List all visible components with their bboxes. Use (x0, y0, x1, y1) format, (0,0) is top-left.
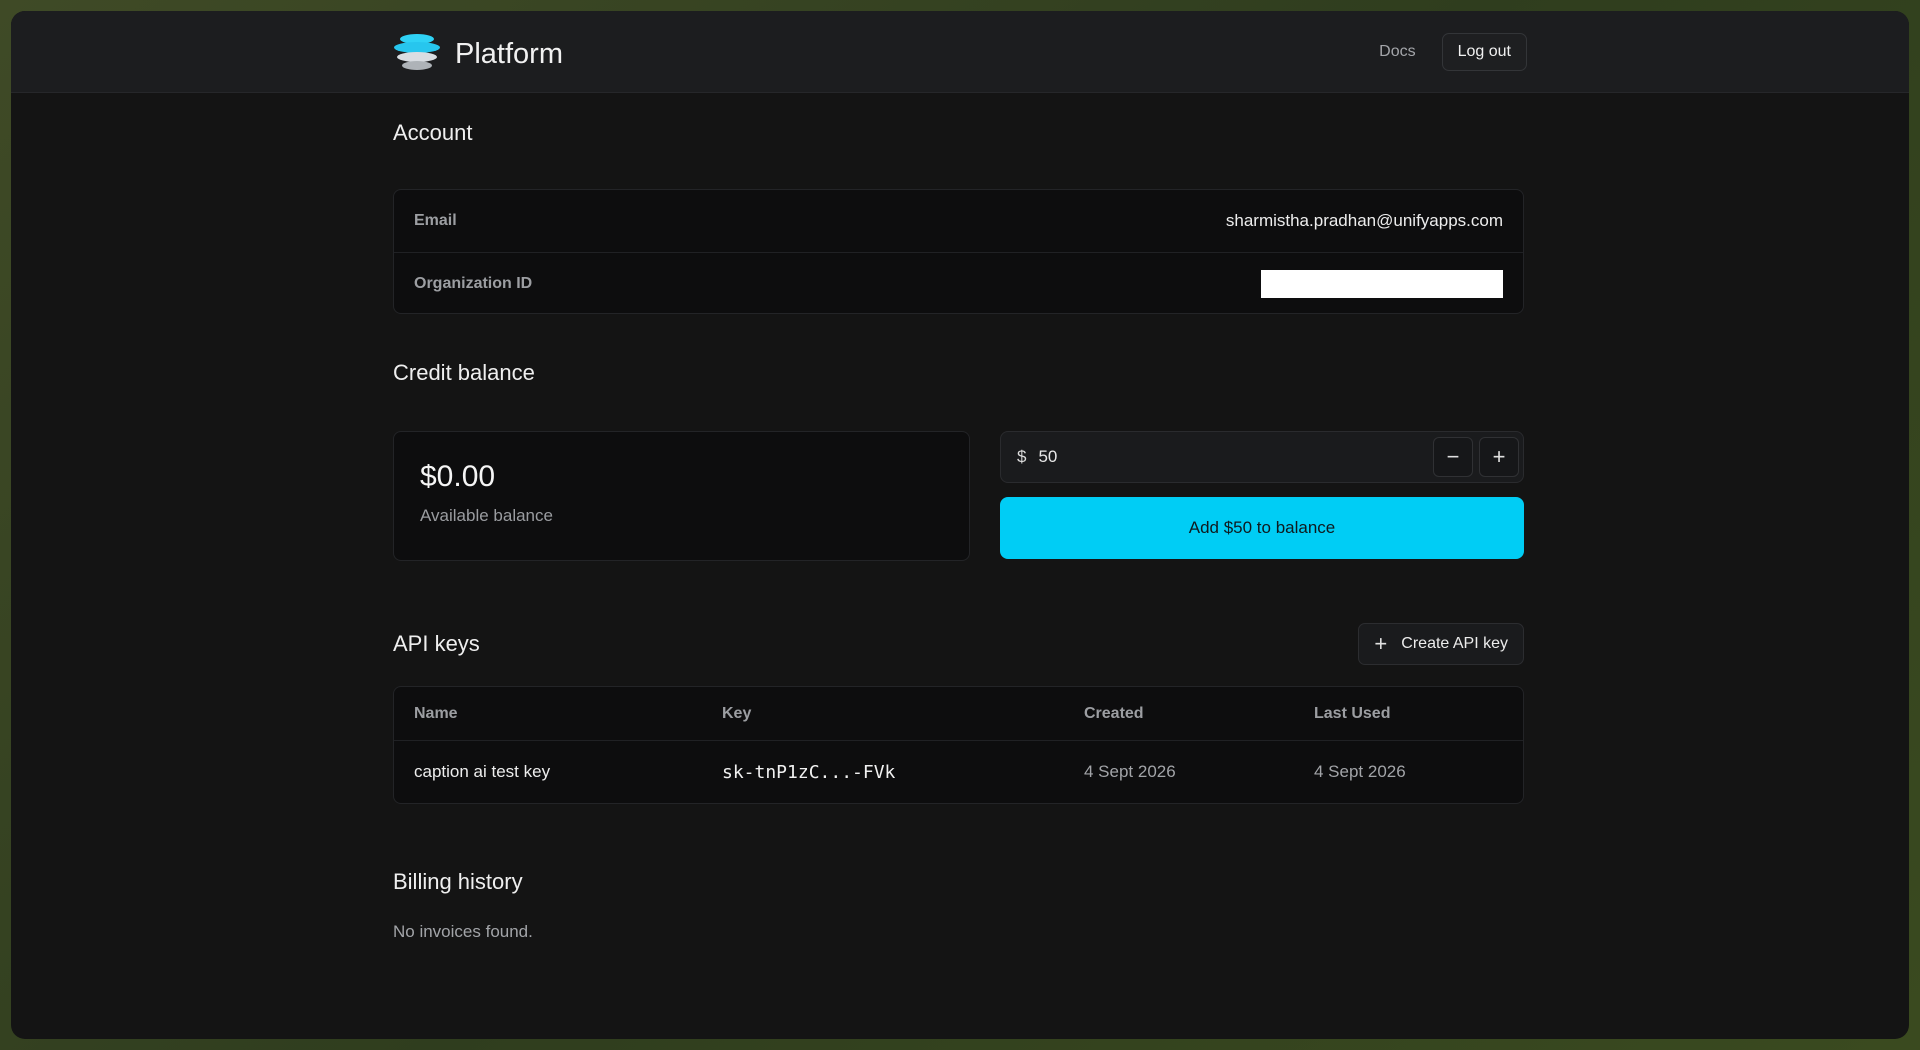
amount-input[interactable] (1038, 447, 1427, 467)
platform-logo-icon (393, 34, 441, 74)
org-id-redacted (1261, 269, 1503, 298)
decrement-button[interactable]: − (1433, 437, 1473, 477)
top-nav: Docs Log out (1379, 33, 1527, 71)
column-key: Key (722, 704, 752, 722)
email-row: Email sharmistha.pradhan@unifyapps.com (394, 190, 1523, 252)
app-name: Platform (455, 37, 563, 70)
table-row[interactable]: caption ai test key sk-tnP1zC...-FVk 4 S… (394, 741, 1523, 803)
account-card: Email sharmistha.pradhan@unifyapps.com O… (393, 189, 1524, 314)
org-id-row: Organization ID (394, 252, 1523, 314)
column-name: Name (414, 704, 458, 722)
create-api-key-label: Create API key (1401, 635, 1508, 652)
create-api-key-button[interactable]: + Create API key (1358, 623, 1524, 665)
balance-card: $0.00 Available balance (393, 431, 970, 561)
no-invoices-text: No invoices found. (393, 922, 533, 941)
logout-button[interactable]: Log out (1441, 33, 1527, 71)
key-value: sk-tnP1zC...-FVk (722, 761, 896, 783)
docs-link[interactable]: Docs (1379, 43, 1415, 61)
key-created: 4 Sept 2026 (1084, 762, 1176, 781)
app-window: Platform Docs Log out Account Email shar… (11, 11, 1909, 1039)
api-keys-table: Name Key Created Last Used caption ai te… (393, 686, 1524, 804)
email-value: sharmistha.pradhan@unifyapps.com (1225, 211, 1503, 230)
column-created: Created (1084, 704, 1144, 722)
increment-button[interactable]: + (1479, 437, 1519, 477)
key-last-used: 4 Sept 2026 (1314, 762, 1406, 781)
key-name: caption ai test key (414, 762, 551, 781)
plus-icon: + (1492, 444, 1506, 469)
minus-icon: − (1446, 444, 1460, 469)
api-keys-title: API keys (393, 631, 480, 656)
currency-symbol: $ (1017, 447, 1027, 466)
brand[interactable]: Platform (393, 34, 563, 74)
add-balance-button[interactable]: Add $50 to balance (1000, 497, 1524, 559)
plus-icon: + (1374, 631, 1388, 656)
org-id-label: Organization ID (414, 274, 533, 292)
billing-history-title: Billing history (393, 869, 523, 894)
account-title: Account (393, 120, 473, 145)
table-header: Name Key Created Last Used (394, 687, 1523, 741)
amount-stepper: $ − + (1000, 431, 1524, 483)
email-label: Email (414, 212, 457, 229)
top-bar: Platform Docs Log out (11, 11, 1909, 93)
balance-amount: $0.00 (420, 460, 496, 493)
balance-label: Available balance (420, 506, 553, 525)
credit-balance-title: Credit balance (393, 360, 535, 385)
column-last-used: Last Used (1314, 704, 1391, 722)
